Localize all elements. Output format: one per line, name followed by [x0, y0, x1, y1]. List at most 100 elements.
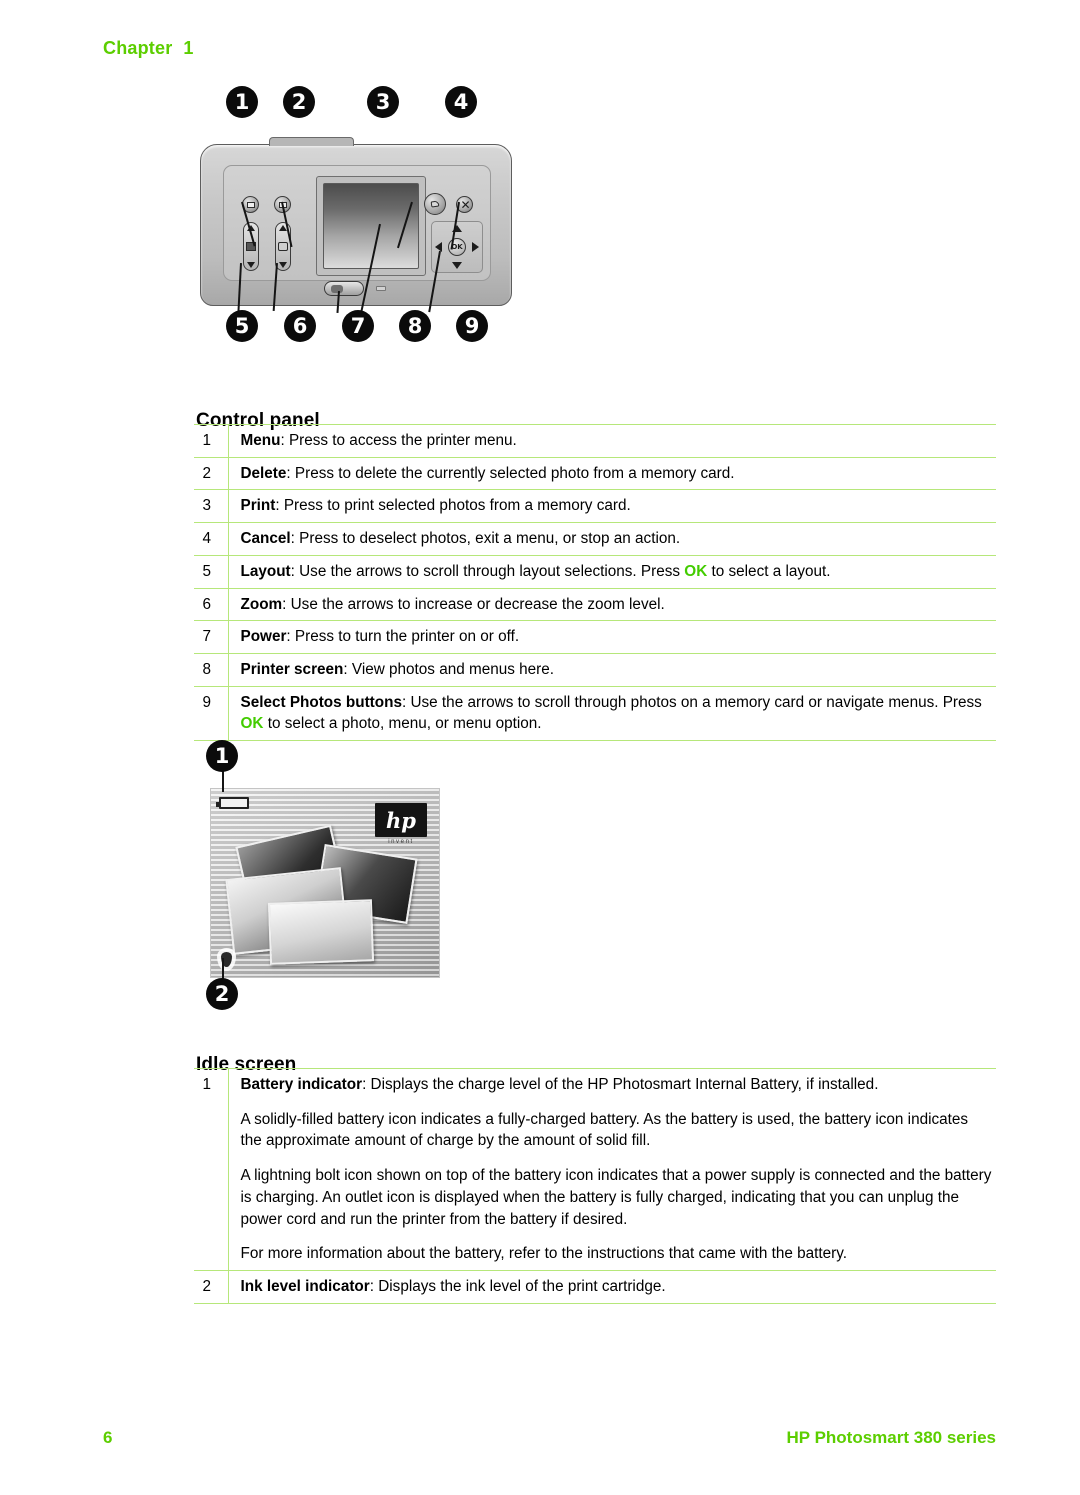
- row-paragraph: For more information about the battery, …: [240, 1245, 848, 1263]
- magnifier-icon: [278, 242, 288, 251]
- row-text: : Press to turn the printer on or off.: [286, 628, 520, 646]
- ok-keyword: OK: [684, 562, 708, 580]
- printer-icon: [430, 200, 440, 208]
- row-number: 9: [194, 686, 229, 741]
- row-term: Printer screen: [240, 661, 344, 679]
- row-text: : Use the arrows to increase or decrease…: [282, 595, 665, 613]
- row-number: 8: [194, 653, 229, 687]
- row-text-a: : Use the arrows to scroll through photo…: [401, 693, 982, 711]
- row-term: Print: [240, 497, 276, 515]
- printer-lid: [269, 137, 354, 146]
- table-row: 2 Ink level indicator: Displays the ink …: [194, 1270, 996, 1304]
- row-paragraph: Battery indicator: Displays the charge l…: [241, 1074, 993, 1096]
- table-row: 1 Menu: Press to access the printer menu…: [194, 424, 996, 458]
- row-description: Power: Press to turn the printer on or o…: [228, 621, 996, 654]
- row-description: Select Photos buttons: Use the arrows to…: [228, 686, 996, 740]
- row-text: : Press to delete the currently selected…: [286, 464, 735, 482]
- row-description: Cancel: Press to deselect photos, exit a…: [228, 523, 996, 556]
- row-term: Delete: [240, 464, 287, 482]
- row-paragraph: A solidly-filled battery icon indicates …: [240, 1110, 969, 1150]
- chapter-number: 1: [183, 38, 194, 58]
- menu-icon: [246, 201, 255, 208]
- callout-4: 4: [445, 86, 477, 118]
- printer-idle-screen: hp invent: [210, 788, 440, 978]
- row-text-b: to select a layout.: [707, 562, 831, 580]
- row-number: 6: [194, 588, 229, 621]
- row-term: Menu: [240, 432, 281, 449]
- row-description: Delete: Press to delete the currently se…: [228, 457, 996, 490]
- table-row: 7 Power: Press to turn the printer on or…: [194, 620, 996, 654]
- row-description: Print: Press to print selected photos fr…: [228, 490, 996, 523]
- control-panel-table: 1 Menu: Press to access the printer menu…: [194, 424, 996, 741]
- callout-5: 5: [226, 310, 258, 342]
- row-text: : Displays the ink level of the print ca…: [369, 1278, 666, 1296]
- row-text-a: : Use the arrows to scroll through layou…: [290, 562, 685, 580]
- row-term: Cancel: [240, 530, 291, 548]
- row-text-b: to select a photo, menu, or menu option.: [263, 715, 542, 733]
- print-button[interactable]: [424, 193, 446, 215]
- chapter-label: Chapter: [103, 38, 173, 58]
- row-description: Layout: Use the arrows to scroll through…: [228, 555, 996, 588]
- callout-9: 9: [456, 310, 488, 342]
- idle-leader-line-1: [222, 770, 224, 792]
- idle-screen-table: 1 Battery indicator: Displays the charge…: [194, 1068, 996, 1304]
- row-number: 2: [194, 1270, 229, 1304]
- chevron-down-icon: [279, 262, 287, 268]
- arrow-right-icon[interactable]: [472, 242, 479, 252]
- arrow-down-icon[interactable]: [452, 262, 462, 269]
- sample-photo: [267, 899, 375, 965]
- row-description: Zoom: Use the arrows to increase or decr…: [228, 588, 996, 621]
- power-indicator-led: [376, 286, 386, 291]
- control-panel-recess: ✕ OK: [223, 165, 491, 281]
- chapter-running-head: Chapter 1: [103, 38, 194, 59]
- ok-keyword: OK: [240, 715, 264, 733]
- footer-page-number: 6: [103, 1428, 113, 1447]
- row-description: Printer screen: View photos and menus he…: [228, 654, 996, 687]
- hp-tagline: invent: [388, 839, 414, 845]
- callout-7: 7: [342, 310, 374, 342]
- row-description: Ink level indicator: Displays the ink le…: [228, 1271, 996, 1304]
- table-row: 8 Printer screen: View photos and menus …: [194, 653, 996, 687]
- row-term: Battery indicator: [240, 1076, 363, 1093]
- table-row: 6 Zoom: Use the arrows to increase or de…: [194, 588, 996, 621]
- table-row: 4 Cancel: Press to deselect photos, exit…: [194, 522, 996, 556]
- callout-8: 8: [399, 310, 431, 342]
- idle-leader-line-2: [222, 958, 224, 980]
- callout-6: 6: [284, 310, 316, 342]
- row-description: Menu: Press to access the printer menu.: [228, 425, 996, 458]
- row-number: 5: [194, 555, 229, 589]
- table-row: 9 Select Photos buttons: Use the arrows …: [194, 686, 996, 741]
- row-paragraph: A lightning bolt icon shown on top of th…: [240, 1167, 992, 1228]
- idle-callout-2: 2: [206, 978, 238, 1010]
- table-row: 2 Delete: Press to delete the currently …: [194, 457, 996, 490]
- row-term: Select Photos buttons: [240, 693, 402, 711]
- select-photos-navpad[interactable]: OK: [431, 221, 483, 273]
- row-term: Power: [240, 628, 287, 646]
- row-term: Layout: [240, 562, 291, 580]
- layout-rocker[interactable]: [243, 222, 259, 271]
- footer-product-title: HP Photosmart 380 series: [786, 1428, 996, 1447]
- row-term: Ink level indicator: [240, 1278, 370, 1296]
- table-row: 3 Print: Press to print selected photos …: [194, 489, 996, 523]
- row-number: 2: [194, 457, 229, 490]
- chevron-down-icon: [247, 262, 255, 268]
- close-icon: ✕: [460, 197, 471, 212]
- battery-icon: [216, 797, 249, 809]
- row-term: Zoom: [240, 595, 283, 613]
- idle-screen-diagram: 1 hp invent 2: [196, 740, 456, 1010]
- row-text: : Press to deselect photos, exit a menu,…: [290, 530, 681, 548]
- row-text: : Displays the charge level of the HP Ph…: [362, 1076, 879, 1093]
- row-text: : Press to print selected photos from a …: [275, 497, 631, 515]
- callout-1: 1: [226, 86, 258, 118]
- row-description: Battery indicator: Displays the charge l…: [228, 1069, 996, 1271]
- printer-control-panel-diagram: ✕ OK 1 2 3 4 5 6 7 8 9: [196, 86, 516, 371]
- table-row: 5 Layout: Use the arrows to scroll throu…: [194, 555, 996, 589]
- table-row: 1 Battery indicator: Displays the charge…: [194, 1068, 996, 1271]
- row-text: : View photos and menus here.: [343, 661, 554, 679]
- row-number: 4: [194, 522, 229, 556]
- row-number: 3: [194, 489, 229, 523]
- hp-logo: hp: [375, 803, 427, 837]
- row-number: 1: [194, 1068, 229, 1271]
- callout-2: 2: [283, 86, 315, 118]
- power-button[interactable]: [324, 281, 364, 296]
